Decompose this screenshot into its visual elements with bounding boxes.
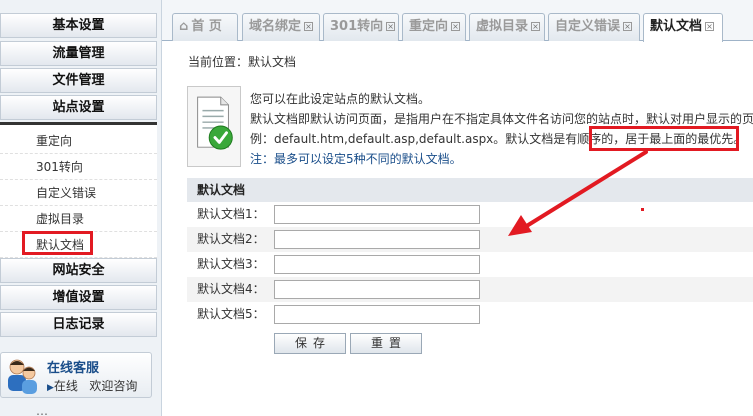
sidebar-tail-text: … (36, 404, 48, 416)
field-label: 默认文档2： (197, 232, 265, 246)
tab-label: 重定向 (409, 19, 449, 34)
support-status-text: 在线 (53, 379, 78, 393)
home-icon: ⌂ (179, 19, 189, 34)
tab-label: 域名绑定 (249, 19, 302, 34)
tab-301[interactable]: 301转向 × (323, 13, 399, 41)
sidebar-item-custom-error[interactable]: 自定义错误 (0, 180, 157, 206)
field-label: 默认文档3： (197, 257, 265, 271)
sidebar-section-security[interactable]: 网站安全 (0, 258, 157, 283)
info-block: 您可以在此设定站点的默认文档。 默认文档即默认访问页面，是指用户在不指定具体文件… (187, 86, 753, 168)
form-row: 默认文档4： (187, 277, 753, 302)
info-line-2: 默认文档即默认访问页面，是指用户在不指定具体文件名访问您的站点时，默认对用户显示… (250, 112, 753, 126)
annotation-dot (641, 208, 644, 211)
sidebar-item-virtual-dir[interactable]: 虚拟目录 (0, 206, 157, 232)
save-button[interactable]: 保存 (274, 333, 346, 354)
tab-label: 虚拟目录 (476, 19, 529, 34)
sidebar-submenu: 重定向 301转向 自定义错误 虚拟目录 默认文档 (0, 122, 157, 258)
close-icon[interactable]: × (623, 22, 633, 31)
info-note: 注：最多可以设定5种不同的默认文档。 (250, 152, 462, 166)
close-icon[interactable]: × (386, 22, 396, 31)
support-status[interactable]: ▶在线 欢迎咨询 (47, 377, 137, 394)
tab-default-doc[interactable]: 默认文档 × (643, 13, 723, 42)
support-avatar-icon (8, 359, 37, 394)
reset-button[interactable]: 重置 (350, 333, 422, 354)
field-label: 默认文档4： (197, 282, 265, 296)
close-icon[interactable]: × (304, 22, 314, 31)
sidebar-section-value-added[interactable]: 增值设置 (0, 285, 157, 310)
tab-redirect[interactable]: 重定向 × (402, 13, 466, 41)
default-doc-4-input[interactable] (274, 280, 480, 299)
sidebar-section-basic[interactable]: 基本设置 (0, 13, 157, 38)
sidebar-item-301[interactable]: 301转向 (0, 154, 157, 180)
sidebar: 基本设置 流量管理 文件管理 站点设置 重定向 301转向 自定义错误 虚拟目录… (0, 0, 162, 416)
default-doc-5-input[interactable] (274, 305, 480, 324)
breadcrumb: 当前位置：默认文档 (188, 55, 297, 69)
sidebar-section-logs[interactable]: 日志记录 (0, 312, 157, 337)
default-doc-1-input[interactable] (274, 205, 480, 224)
tab-domain-binding[interactable]: 域名绑定 × (242, 13, 320, 41)
tab-label: 自定义错误 (555, 19, 621, 34)
tab-virtual-dir[interactable]: 虚拟目录 × (469, 13, 545, 41)
support-title: 在线客服 (47, 361, 100, 376)
play-arrow-icon: ▶ (47, 383, 54, 393)
form-row: 默认文档5： (187, 302, 753, 327)
info-line-3: 例：default.htm,default.asp,default.aspx。默… (250, 132, 746, 146)
tab-label: 301转向 (330, 19, 384, 34)
form-title: 默认文档 (187, 178, 753, 202)
tab-home[interactable]: ⌂ 首 页 (172, 13, 238, 41)
sidebar-item-redirect[interactable]: 重定向 (0, 128, 157, 154)
sidebar-item-default-doc[interactable]: 默认文档 (0, 232, 157, 258)
tab-bar: ⌂ 首 页 域名绑定 × 301转向 × 重定向 × 虚拟目录 × 自定义错误 × 默认文档… (162, 0, 753, 42)
sidebar-section-site[interactable]: 站点设置 (0, 95, 157, 120)
field-label: 默认文档1： (197, 207, 265, 221)
default-doc-2-input[interactable] (274, 230, 480, 249)
form-row: 默认文档2： (187, 227, 753, 252)
info-text: 您可以在此设定站点的默认文档。 默认文档即默认访问页面，是指用户在不指定具体文件… (250, 89, 753, 169)
field-label: 默认文档5： (197, 307, 265, 321)
tab-label: 默认文档 (650, 19, 703, 34)
close-icon[interactable]: × (451, 22, 461, 31)
info-line-1: 您可以在此设定站点的默认文档。 (250, 92, 431, 106)
form-row: 默认文档1： (187, 202, 753, 227)
sidebar-section-files[interactable]: 文件管理 (0, 68, 157, 93)
tab-custom-error[interactable]: 自定义错误 × (548, 13, 640, 41)
online-support-panel[interactable]: 在线客服 ▶在线 欢迎咨询 (0, 352, 152, 398)
tab-label: 首 页 (191, 19, 222, 34)
form-row: 默认文档3： (187, 252, 753, 277)
default-doc-3-input[interactable] (274, 255, 480, 274)
support-consult-text: 欢迎咨询 (89, 379, 138, 393)
sidebar-section-traffic[interactable]: 流量管理 (0, 41, 157, 66)
close-icon[interactable]: × (531, 22, 541, 31)
document-check-icon (187, 86, 241, 167)
close-icon[interactable]: × (705, 22, 715, 31)
